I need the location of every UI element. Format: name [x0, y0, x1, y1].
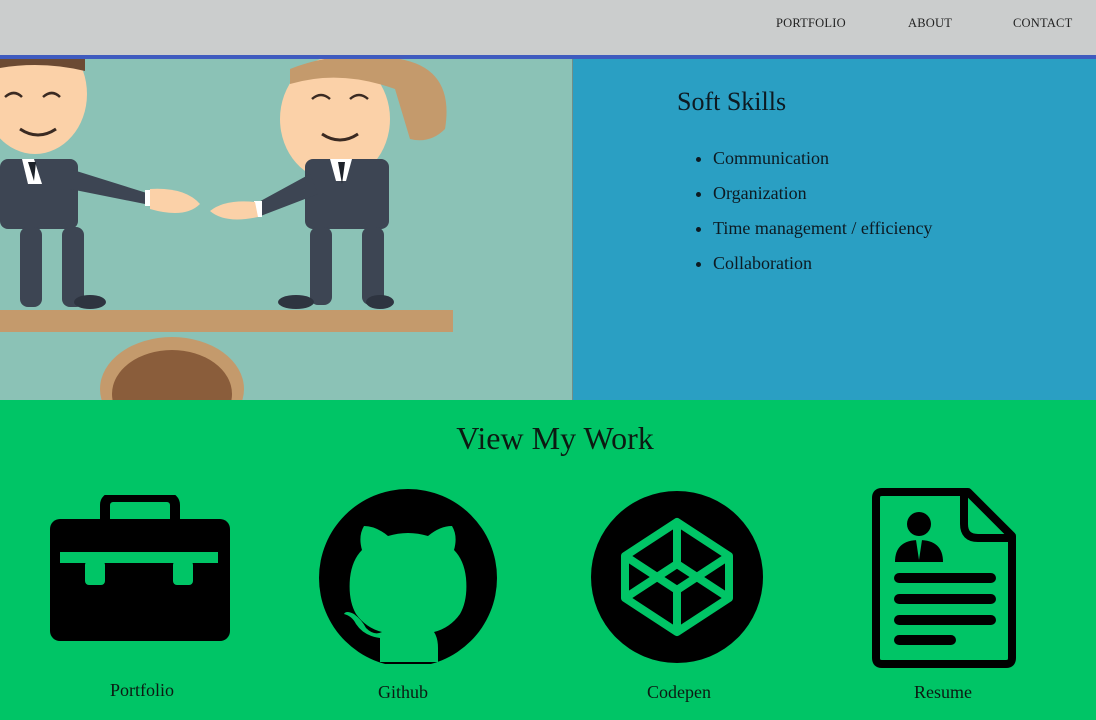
skill-item: Organization [713, 180, 932, 215]
soft-skills-list: Communication Organization Time manageme… [677, 145, 932, 285]
github-link[interactable] [318, 488, 498, 667]
resume-icon [872, 488, 1016, 668]
resume-label: Resume [914, 682, 972, 702]
nav-link-portfolio[interactable]: PORTFOLIO [776, 16, 846, 31]
github-label: Github [377, 682, 428, 702]
skill-item: Communication [713, 145, 932, 180]
nav-link-about[interactable]: ABOUT [908, 16, 952, 31]
codepen-label: Codepen [647, 682, 711, 702]
soft-skills-title: Soft Skills [677, 87, 787, 116]
portfolio-label: Portfolio [109, 680, 174, 700]
github-icon [319, 489, 497, 667]
view-my-work-title: View My Work [456, 420, 654, 456]
handshake-illustration [0, 59, 453, 400]
codepen-link[interactable] [590, 490, 764, 664]
nav-link-contact[interactable]: CONTACT [1013, 16, 1072, 31]
skill-item: Collaboration [713, 250, 932, 285]
top-nav: PORTFOLIO ABOUT CONTACT [0, 0, 1096, 59]
codepen-icon [591, 491, 763, 663]
resume-link[interactable] [872, 488, 1018, 668]
briefcase-icon [50, 492, 230, 641]
skill-item: Time management / efficiency [713, 215, 932, 250]
soft-skills-panel: Soft Skills Communication Organization T… [573, 59, 1096, 400]
hero-image [0, 59, 573, 400]
portfolio-link[interactable] [48, 492, 232, 645]
